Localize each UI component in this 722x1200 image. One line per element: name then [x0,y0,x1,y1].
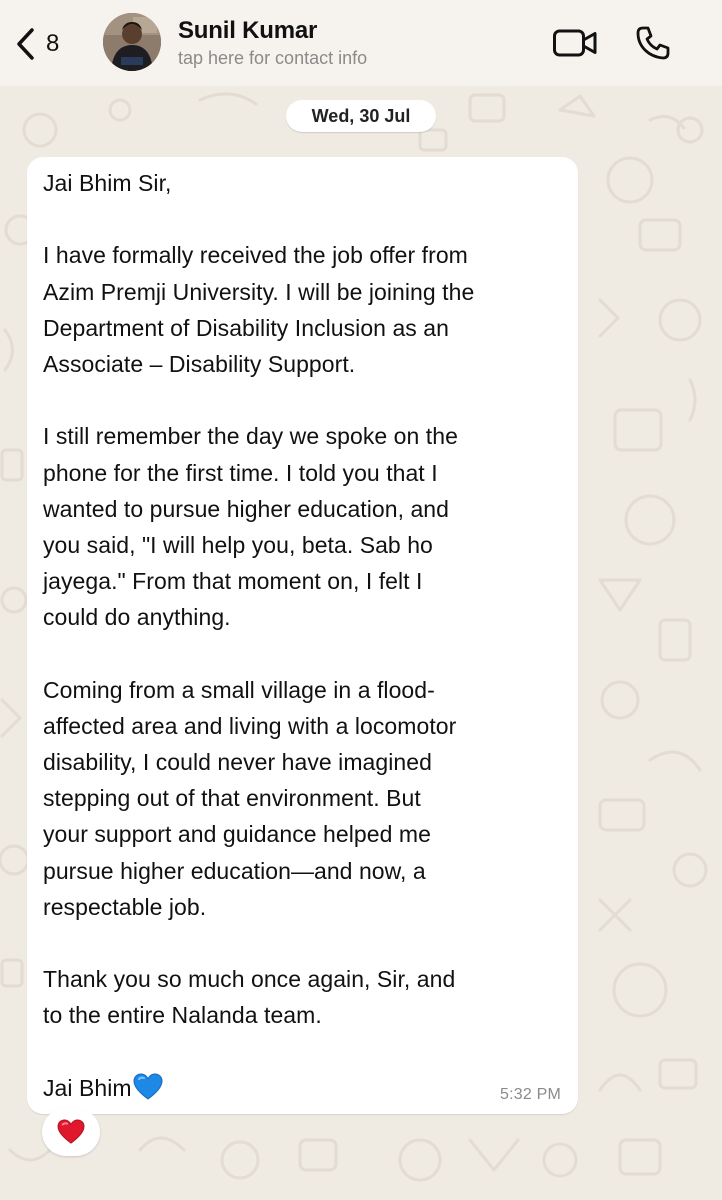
message-line: Associate – Disability Support. [43,350,356,377]
blue-heart-icon [133,1073,163,1111]
message-signoff: Jai Bhim [43,1074,132,1101]
avatar[interactable] [103,13,161,71]
chat-header: 8 Sunil Kumar tap here for contact info [0,0,722,86]
message-line: could do anything. [43,604,231,631]
message-line: I still remember the day we spoke on the [43,423,458,450]
message-line [43,925,568,961]
contact-info[interactable]: Sunil Kumar tap here for contact info [178,16,367,70]
message-line: stepping out of that environment. But [43,785,421,812]
message-line: I have formally received the job offer f… [43,242,468,269]
avatar-photo [103,13,161,71]
message-line: to the entire Nalanda team. [43,1002,322,1029]
video-camera-icon [553,29,597,57]
message-line: affected area and living with a locomoto… [43,712,457,739]
message-line: Thank you so much once again, Sir, and [43,966,456,993]
red-heart-icon [57,1119,85,1144]
message-line: Jai Bhim Sir, [43,170,172,196]
message-line [43,201,568,237]
message-timestamp: 5:32 PM [500,1086,561,1103]
message-line: your support and guidance helped me [43,821,431,848]
message-line: phone for the first time. I told you tha… [43,459,438,486]
message-last-line: Jai Bhim [43,1070,568,1106]
message-line [43,1034,568,1070]
contact-name: Sunil Kumar [178,17,318,44]
message-line [43,635,568,671]
message-reaction[interactable] [42,1108,100,1156]
message-line: you said, "I will help you, beta. Sab ho [43,531,433,558]
back-button[interactable]: 8 [14,24,59,64]
message-line: wanted to pursue higher education, and [43,495,449,522]
video-call-button[interactable] [552,26,598,60]
phone-icon [636,26,670,60]
incoming-message-bubble[interactable]: Jai Bhim Sir, I have formally received t… [27,157,578,1114]
date-separator: Wed, 30 Jul [286,100,436,132]
contact-subtitle: tap here for contact info [178,48,368,68]
message-line [43,382,568,418]
message-line: pursue higher education—and now, a [43,857,426,884]
message-line: jayega." From that moment on, I felt I [43,568,423,595]
message-line: Azim Premji University. I will be joinin… [43,278,475,305]
message-line: disability, I could never have imagined [43,749,432,775]
unread-count: 8 [46,30,60,57]
chevron-left-icon [17,28,34,60]
message-text: Jai Bhim Sir, I have formally received t… [43,165,568,1106]
voice-call-button[interactable] [634,24,672,62]
message-line: Coming from a small village in a flood- [43,676,435,703]
message-line: Department of Disability Inclusion as an [43,314,449,341]
message-line: respectable job. [43,893,207,920]
